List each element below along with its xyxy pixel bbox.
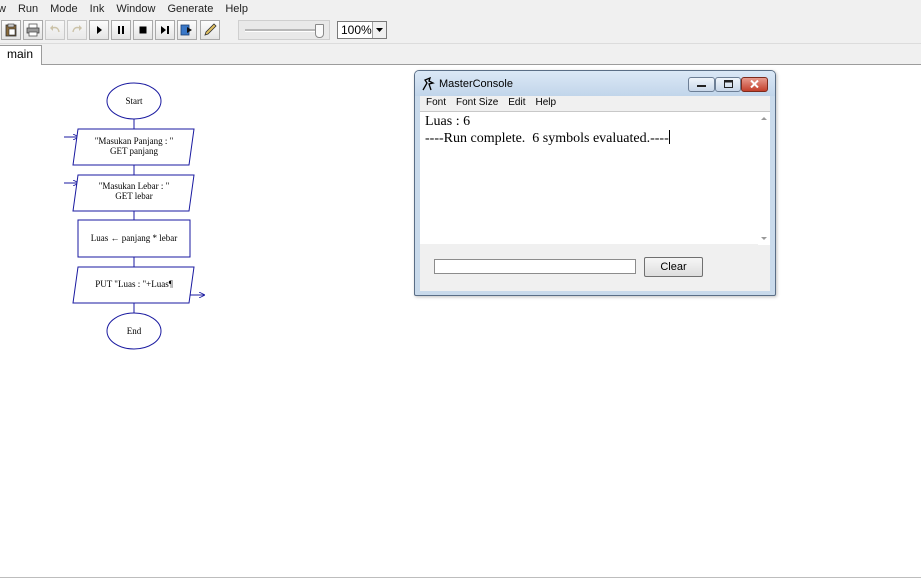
- console-output[interactable]: Luas : 6 ----Run complete. 6 symbols eva…: [420, 111, 758, 244]
- pause-button[interactable]: [111, 20, 131, 40]
- close-button[interactable]: [741, 77, 768, 92]
- console-menu-edit[interactable]: Edit: [503, 96, 530, 110]
- minimize-icon: [697, 79, 706, 91]
- console-output-line-with-cursor: ----Run complete. 6 symbols evaluated.--…: [425, 130, 758, 147]
- console-menu-help[interactable]: Help: [531, 96, 562, 110]
- menu-mode[interactable]: Mode: [44, 0, 84, 18]
- scroll-up-arrow-icon[interactable]: [761, 117, 767, 120]
- console-output-line: ----Run complete. 6 symbols evaluated.--…: [425, 131, 669, 146]
- clear-button[interactable]: Clear: [644, 257, 703, 277]
- redo-button[interactable]: [67, 20, 87, 40]
- console-menu-font-size[interactable]: Font Size: [451, 96, 503, 110]
- scroll-down-arrow-icon[interactable]: [761, 237, 767, 240]
- step-into-button[interactable]: [177, 20, 197, 40]
- status-divider: [0, 577, 921, 578]
- flowchart: Start "Masukan Panjang : " GET panjang "…: [64, 82, 260, 350]
- console-menu-bar: Font Font Size Edit Help: [420, 96, 770, 110]
- menu-generate[interactable]: Generate: [161, 0, 219, 18]
- flowchart-start[interactable]: Start: [106, 82, 162, 120]
- input-panjang-get: GET panjang: [110, 146, 159, 156]
- start-label: Start: [126, 96, 143, 106]
- master-console-window: MasterConsole Font Font Size Edit Help L…: [414, 70, 776, 296]
- zoom-value: 100%: [341, 23, 372, 37]
- console-scrollbar[interactable]: [758, 111, 770, 245]
- zoom-slider-track: [245, 29, 317, 32]
- paste-button[interactable]: [1, 20, 21, 40]
- menu-bar: w Run Mode Ink Window Generate Help: [0, 0, 921, 18]
- text-cursor: [668, 130, 670, 144]
- stop-icon: [138, 25, 148, 35]
- print-button[interactable]: [23, 20, 43, 40]
- undo-icon: [48, 23, 62, 37]
- chevron-down-icon[interactable]: [372, 22, 386, 38]
- run-button[interactable]: [89, 20, 109, 40]
- console-output-line: Luas : 6: [425, 114, 471, 129]
- menu-window[interactable]: Window: [110, 0, 161, 18]
- maximize-button[interactable]: [715, 77, 741, 92]
- console-menu-font[interactable]: Font: [420, 96, 451, 110]
- zoom-slider-thumb[interactable]: [315, 24, 324, 38]
- zoom-dropdown[interactable]: 100%: [337, 21, 387, 39]
- ink-pen-button[interactable]: [200, 20, 220, 40]
- step-icon: [160, 25, 170, 35]
- close-icon: [750, 79, 759, 91]
- menu-help[interactable]: Help: [219, 0, 254, 18]
- menu-run[interactable]: Run: [12, 0, 44, 18]
- play-icon: [94, 25, 104, 35]
- paste-icon: [4, 23, 18, 37]
- flowchart-output[interactable]: PUT "Luas : "+Luas¶: [72, 266, 195, 304]
- stop-button[interactable]: [133, 20, 153, 40]
- input-lebar-get: GET lebar: [115, 191, 153, 201]
- flowchart-input-lebar[interactable]: "Masukan Lebar : " GET lebar: [72, 174, 195, 212]
- console-command-input[interactable]: [434, 259, 636, 274]
- tab-main[interactable]: main: [0, 45, 42, 65]
- input-lebar-prompt: "Masukan Lebar : ": [99, 181, 170, 191]
- tab-strip: main: [0, 44, 921, 65]
- input-panjang-prompt: "Masukan Panjang : ": [95, 136, 174, 146]
- redo-icon: [70, 23, 84, 37]
- menu-view[interactable]: w: [0, 0, 12, 18]
- pen-icon: [203, 23, 217, 37]
- menu-ink[interactable]: Ink: [84, 0, 111, 18]
- undo-button[interactable]: [45, 20, 65, 40]
- step-into-icon: [180, 23, 194, 37]
- output-label: PUT "Luas : "+Luas¶: [95, 279, 173, 289]
- step-button[interactable]: [155, 20, 175, 40]
- console-titlebar[interactable]: MasterConsole: [415, 71, 775, 96]
- print-icon: [26, 23, 40, 37]
- console-title: MasterConsole: [439, 78, 513, 90]
- flowchart-end[interactable]: End: [106, 312, 162, 350]
- maximize-icon: [723, 79, 733, 91]
- raptor-app-icon: [421, 76, 435, 94]
- minimize-button[interactable]: [688, 77, 715, 92]
- zoom-slider[interactable]: [238, 20, 330, 40]
- flowchart-assignment[interactable]: Luas ← panjang * lebar: [77, 219, 191, 258]
- toolbar: 100%: [0, 18, 921, 44]
- pause-icon: [116, 25, 126, 35]
- end-label: End: [127, 326, 142, 336]
- flowchart-input-panjang[interactable]: "Masukan Panjang : " GET panjang: [72, 128, 195, 166]
- assignment-label: Luas ← panjang * lebar: [91, 233, 177, 243]
- console-body: Font Font Size Edit Help Luas : 6 ----Ru…: [420, 96, 770, 291]
